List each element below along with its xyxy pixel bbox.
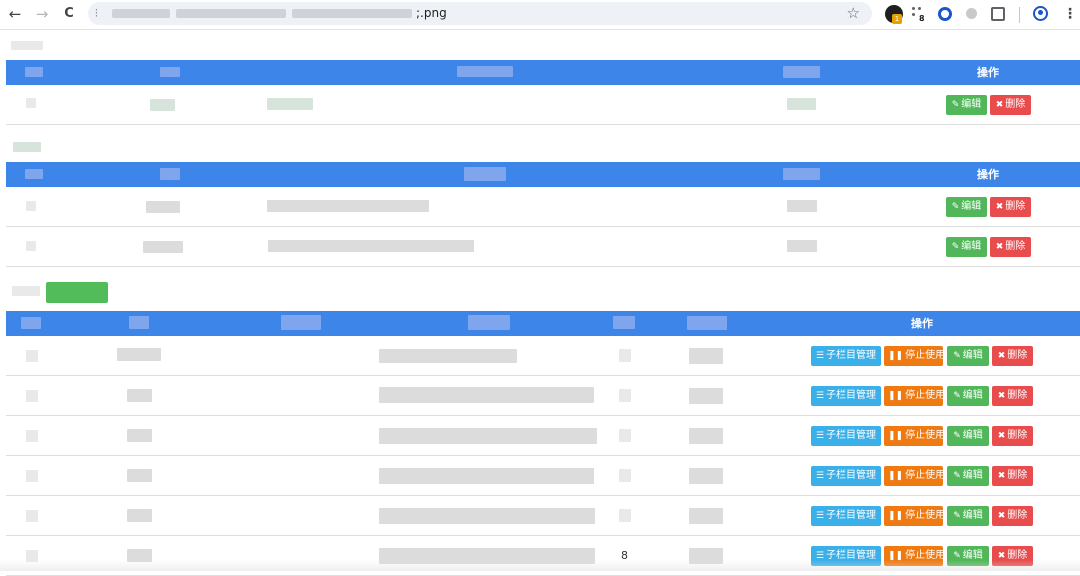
table-row: ☰ 子栏目管理 ❚❚ 停止使用 ✎ 编辑 ✖ 删除 [6,336,1080,376]
extensions-puzzle-icon[interactable] [991,7,1005,21]
stop-use-button[interactable]: ❚❚ 停止使用 [884,346,945,366]
edit-button[interactable]: ✎ 编辑 [947,466,989,486]
url-text: ;.png [416,6,447,20]
delete-button[interactable]: ✖ 删除 [990,95,1031,115]
table-row: ✎ 编辑 ✖ 删除 [6,85,1080,125]
window-bottom-shadow [0,560,1080,571]
url-blurred [176,9,286,18]
col-header-actions: 操作 [977,168,999,181]
forward-icon[interactable]: → [32,4,52,24]
table-row: ☰ 子栏目管理 ❚❚ 停止使用 ✎ 编辑 ✖ 删除 [6,456,1080,496]
delete-button[interactable]: ✖ 删除 [992,466,1033,486]
delete-button[interactable]: ✖ 删除 [992,346,1033,366]
extension-4-icon[interactable] [966,8,977,19]
url-blurred [112,9,170,18]
table-2: 操作 ✎ 编辑 ✖ 删除 ✎ 编辑 ✖ 删除 [6,162,1080,267]
close-icon: ✖ [997,471,1006,481]
extension-1-icon[interactable]: 1 [885,5,903,24]
toolbar-divider [1019,7,1020,23]
delete-button[interactable]: ✖ 删除 [990,197,1031,217]
table-row: ☰ 子栏目管理 ❚❚ 停止使用 ✎ 编辑 ✖ 删除 [6,496,1080,536]
col-header-actions: 操作 [911,317,933,330]
address-bar[interactable]: ⫶ ;.png ☆ [88,2,872,25]
close-icon: ✖ [995,100,1004,110]
profile-icon[interactable] [1033,6,1048,21]
edit-button[interactable]: ✎ 编辑 [947,426,989,446]
pencil-icon: ✎ [953,431,961,441]
pencil-icon: ✎ [951,100,960,110]
site-info-icon[interactable]: ⫶ [95,6,105,21]
list-icon: ☰ [815,511,825,521]
url-blurred [292,9,412,18]
sub-column-manage-button[interactable]: ☰ 子栏目管理 [811,426,881,446]
extension-2-icon[interactable]: 8 [910,5,928,23]
stop-use-button[interactable]: ❚❚ 停止使用 [884,506,945,526]
sub-column-manage-button[interactable]: ☰ 子栏目管理 [811,346,881,366]
pause-icon: ❚❚ [888,511,904,521]
delete-button[interactable]: ✖ 删除 [992,426,1033,446]
pencil-icon: ✎ [951,242,960,252]
pencil-icon: ✎ [951,202,960,212]
list-icon: ☰ [815,431,825,441]
delete-button[interactable]: ✖ 删除 [990,237,1031,257]
extension-badge: 8 [919,14,925,23]
bookmark-star-icon[interactable]: ☆ [847,4,860,23]
extension-3-icon[interactable] [938,7,952,21]
close-icon: ✖ [995,202,1004,212]
reload-icon[interactable]: C [59,4,79,24]
col-header-actions: 操作 [977,66,999,79]
edit-button[interactable]: ✎ 编辑 [947,386,989,406]
delete-button[interactable]: ✖ 删除 [992,386,1033,406]
table-header: 操作 [6,311,1080,336]
close-icon: ✖ [997,511,1006,521]
stop-use-button[interactable]: ❚❚ 停止使用 [884,426,945,446]
edit-button[interactable]: ✎ 编辑 [946,197,987,217]
table-3: 操作 ☰ 子栏目管理 ❚❚ 停止使用 ✎ 编辑 ✖ 删除 ☰ 子栏目管理 ❚❚ 停止使用 ✎… [6,311,1080,576]
pause-icon: ❚❚ [888,471,904,481]
close-icon: ✖ [997,391,1006,401]
close-icon: ✖ [997,431,1006,441]
list-icon: ☰ [815,471,825,481]
edit-button[interactable]: ✎ 编辑 [947,346,989,366]
edit-button[interactable]: ✎ 编辑 [946,95,987,115]
table-header: 操作 [6,60,1080,85]
sub-column-manage-button[interactable]: ☰ 子栏目管理 [811,506,881,526]
close-icon: ✖ [995,242,1004,252]
browser-menu-icon[interactable]: ⋮ [1063,4,1077,24]
list-icon: ☰ [815,351,825,361]
close-icon: ✖ [997,351,1006,361]
table-header: 操作 [6,162,1080,187]
browser-toolbar: ← → C ⫶ ;.png ☆ 1 8 ⋮ [0,0,1080,30]
edit-button[interactable]: ✎ 编辑 [947,506,989,526]
sub-column-manage-button[interactable]: ☰ 子栏目管理 [811,386,881,406]
back-icon[interactable]: ← [5,4,25,24]
stop-use-button[interactable]: ❚❚ 停止使用 [884,386,945,406]
extension-badge: 1 [892,14,902,24]
table-row: ☰ 子栏目管理 ❚❚ 停止使用 ✎ 编辑 ✖ 删除 [6,416,1080,456]
pencil-icon: ✎ [953,511,961,521]
sub-column-manage-button[interactable]: ☰ 子栏目管理 [811,466,881,486]
pause-icon: ❚❚ [888,391,904,401]
pencil-icon: ✎ [953,471,961,481]
edit-button[interactable]: ✎ 编辑 [946,237,987,257]
pencil-icon: ✎ [953,391,961,401]
table-row: ✎ 编辑 ✖ 删除 [6,187,1080,227]
table-row: ✎ 编辑 ✖ 删除 [6,227,1080,267]
pause-icon: ❚❚ [888,431,904,441]
pause-icon: ❚❚ [888,351,904,361]
table-1: 操作 ✎ 编辑 ✖ 删除 [6,60,1080,125]
list-icon: ☰ [815,391,825,401]
delete-button[interactable]: ✖ 删除 [992,506,1033,526]
stop-use-button[interactable]: ❚❚ 停止使用 [884,466,945,486]
table-row: ☰ 子栏目管理 ❚❚ 停止使用 ✎ 编辑 ✖ 删除 [6,376,1080,416]
add-button[interactable] [46,282,108,303]
pencil-icon: ✎ [953,351,961,361]
